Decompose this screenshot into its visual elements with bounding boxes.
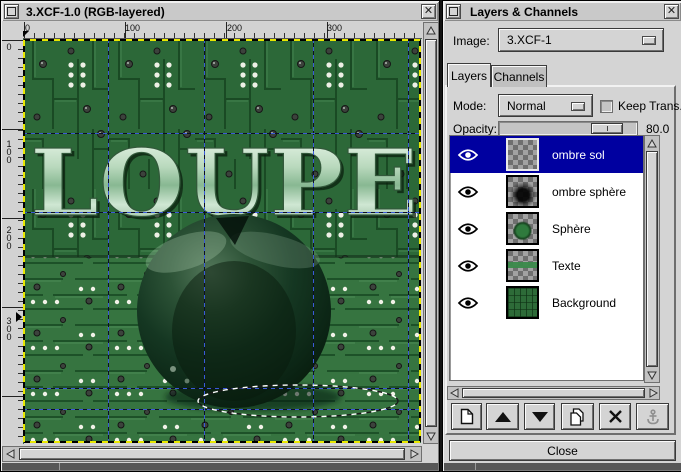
scrollbar-thumb[interactable] (19, 448, 405, 460)
eye-icon[interactable] (457, 222, 479, 236)
image-window-titlebar[interactable]: 3.XCF-1.0 (RGB-layered) ✕ (2, 2, 438, 21)
canvas-horizontal-scrollbar[interactable] (2, 446, 422, 462)
layers-window-title: Layers & Channels (470, 5, 578, 19)
opacity-slider-handle[interactable] (591, 123, 623, 134)
scroll-down-icon[interactable] (424, 429, 438, 443)
h-ruler-label: 100 (125, 23, 140, 33)
layer-thumbnail[interactable] (506, 175, 539, 208)
image-select-dropdown[interactable]: 3.XCF-1 (498, 28, 664, 52)
layers-window-close-button[interactable]: ✕ (664, 4, 679, 19)
anchor-layer-button[interactable] (636, 403, 669, 430)
opacity-value: 80.0 (646, 122, 669, 136)
image-window-close-button[interactable]: ✕ (421, 4, 436, 19)
tab-layers[interactable]: Layers (447, 63, 491, 87)
image-select-value: 3.XCF-1 (507, 33, 552, 47)
eye-icon[interactable] (457, 185, 479, 199)
scroll-up-icon[interactable] (645, 136, 659, 150)
image-window-status-strip (2, 463, 438, 470)
eye-icon[interactable] (457, 259, 479, 273)
scrollbar-thumb[interactable] (462, 388, 645, 398)
scroll-right-icon[interactable] (407, 447, 421, 461)
layer-thumbnail[interactable] (506, 286, 539, 319)
scrollbar-thumb[interactable] (646, 151, 658, 367)
copy-icon (569, 408, 586, 426)
layer-name[interactable]: Background (552, 296, 616, 310)
image-window-title: 3.XCF-1.0 (RGB-layered) (26, 5, 165, 19)
box-menu-icon (449, 7, 458, 16)
raise-layer-button[interactable] (486, 403, 519, 430)
tab-channels[interactable]: Channels (491, 65, 547, 87)
image-canvas[interactable]: LOUPE LOUPE (23, 39, 421, 443)
scroll-left-icon[interactable] (448, 387, 460, 399)
option-menu-indicator-icon (571, 102, 585, 111)
layer-row-ombre-sphere[interactable]: ombre sphère (450, 173, 643, 210)
horizontal-ruler[interactable]: 0 100 200 300 (23, 22, 422, 39)
layer-list-vertical-scrollbar[interactable] (644, 135, 660, 383)
close-icon: ✕ (424, 6, 433, 17)
delete-layer-button[interactable] (599, 403, 631, 430)
ruler-position-marker-icon (23, 31, 29, 37)
close-button-label: Close (547, 444, 578, 458)
layer-thumbnail[interactable] (506, 212, 539, 245)
v-ruler-label: 0 (4, 42, 14, 50)
layers-window-titlebar[interactable]: Layers & Channels ✕ (444, 2, 681, 21)
new-layer-button[interactable] (451, 403, 482, 430)
mode-select-dropdown[interactable]: Normal (498, 94, 593, 117)
ruler-corner (2, 22, 24, 40)
v-ruler-label: 200 (4, 225, 14, 249)
v-ruler-label: 100 (4, 139, 14, 163)
scroll-left-icon[interactable] (3, 447, 17, 461)
layer-name[interactable]: ombre sphère (552, 185, 626, 199)
layer-thumbnail[interactable] (506, 138, 539, 171)
scroll-right-icon[interactable] (647, 387, 659, 399)
lower-layer-button[interactable] (524, 403, 555, 430)
scroll-up-icon[interactable] (424, 23, 438, 37)
scroll-down-icon[interactable] (645, 368, 659, 382)
keep-trans-checkbox[interactable] (600, 100, 613, 113)
box-menu-icon (7, 7, 16, 16)
layer-row-texte[interactable]: Texte (450, 247, 643, 284)
layers-channels-window: Layers & Channels ✕ Image: 3.XCF-1 Layer… (442, 0, 681, 472)
scrollbar-thumb[interactable] (425, 39, 437, 427)
window-menu-button[interactable] (4, 4, 19, 19)
layer-name[interactable]: Sphère (552, 222, 591, 236)
mode-label: Mode: (453, 99, 486, 113)
canvas-art: LOUPE LOUPE (23, 39, 421, 443)
v-ruler-label: 300 (4, 316, 14, 340)
h-ruler-label: 300 (327, 23, 342, 33)
duplicate-layer-button[interactable] (561, 403, 594, 430)
layers-window-status-strip (444, 463, 681, 470)
layer-row-ombre-sol[interactable]: ombre sol (450, 136, 643, 173)
layer-row-background[interactable]: Background (450, 284, 643, 321)
close-button[interactable]: Close (449, 440, 676, 461)
layer-name[interactable]: ombre sol (552, 148, 605, 162)
eye-icon[interactable] (457, 148, 479, 162)
opacity-label: Opacity: (453, 122, 497, 136)
anchor-icon (646, 409, 660, 425)
canvas-vertical-scrollbar[interactable] (423, 22, 439, 444)
page-icon (460, 408, 474, 425)
layer-row-sphere[interactable]: Sphère (450, 210, 643, 247)
layer-name[interactable]: Texte (552, 259, 581, 273)
opacity-slider[interactable] (498, 121, 638, 136)
image-field-label: Image: (453, 34, 490, 48)
eye-icon[interactable] (457, 296, 479, 310)
layer-list: ombre sol ombre sphère Sphère (449, 135, 644, 381)
option-menu-indicator-icon (642, 36, 656, 45)
up-arrow-icon (495, 412, 511, 422)
layer-list-horizontal-scrollbar[interactable] (447, 386, 660, 400)
ruler-position-marker-icon (16, 312, 22, 322)
keep-trans-label: Keep Trans. (618, 99, 681, 113)
vertical-ruler[interactable]: 0 100 200 300 (2, 39, 24, 444)
window-menu-button[interactable] (446, 4, 461, 19)
close-icon: ✕ (667, 6, 676, 17)
x-icon (609, 410, 622, 423)
h-ruler-label: 200 (227, 23, 242, 33)
image-window: 3.XCF-1.0 (RGB-layered) ✕ 0 100 200 300 … (0, 0, 440, 472)
layer-thumbnail[interactable] (506, 249, 539, 282)
mode-select-value: Normal (507, 99, 546, 113)
down-arrow-icon (532, 412, 548, 422)
